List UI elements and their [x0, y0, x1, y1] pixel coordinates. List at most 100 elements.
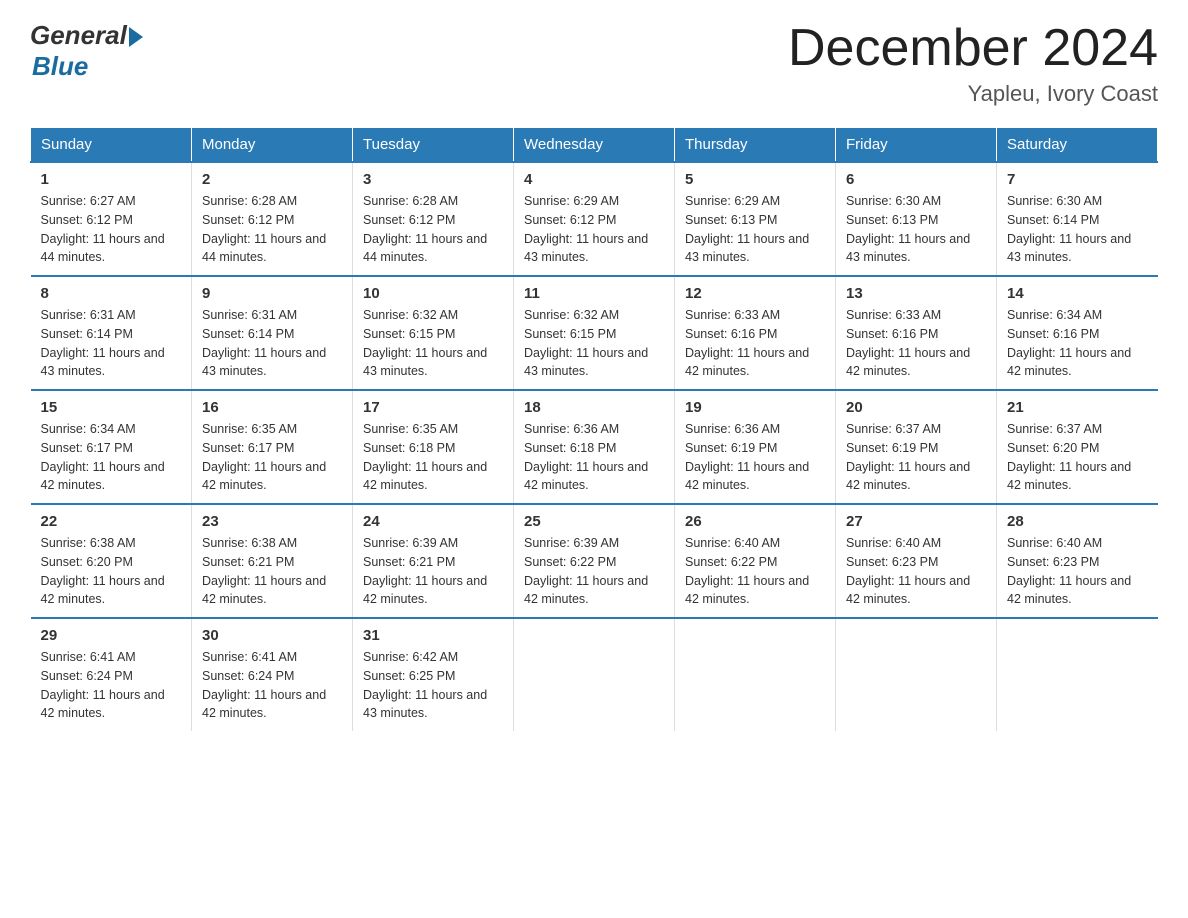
calendar-cell: 31 Sunrise: 6:42 AMSunset: 6:25 PMDayligh… [353, 618, 514, 731]
header-cell-friday: Friday [836, 128, 997, 163]
logo-triangle-icon [129, 27, 143, 47]
day-number: 7 [1007, 171, 1148, 188]
calendar-cell: 7 Sunrise: 6:30 AMSunset: 6:14 PMDaylight… [997, 162, 1158, 276]
day-number: 11 [524, 285, 664, 302]
day-info: Sunrise: 6:34 AMSunset: 6:17 PMDaylight:… [41, 420, 182, 495]
page-header: General Blue December 2024 Yapleu, Ivory… [30, 20, 1158, 107]
day-number: 14 [1007, 285, 1148, 302]
calendar-cell: 11Sunrise: 6:32 AMSunset: 6:15 PMDayligh… [514, 276, 675, 390]
calendar-cell: 26 Sunrise: 6:40 AMSunset: 6:22 PMDayligh… [675, 504, 836, 618]
header-cell-sunday: Sunday [31, 128, 192, 163]
calendar-cell: 29Sunrise: 6:41 AMSunset: 6:24 PMDayligh… [31, 618, 192, 731]
calendar-cell: 28Sunrise: 6:40 AMSunset: 6:23 PMDayligh… [997, 504, 1158, 618]
week-row-4: 22 Sunrise: 6:38 AMSunset: 6:20 PMDayligh… [31, 504, 1158, 618]
day-number: 8 [41, 285, 182, 302]
day-number: 5 [685, 171, 825, 188]
calendar-cell: 25 Sunrise: 6:39 AMSunset: 6:22 PMDayligh… [514, 504, 675, 618]
day-number: 16 [202, 399, 342, 416]
day-number: 27 [846, 513, 986, 530]
logo-general-text: General [30, 20, 127, 51]
day-info: Sunrise: 6:40 AMSunset: 6:22 PMDaylight:… [685, 534, 825, 609]
calendar-header: SundayMondayTuesdayWednesdayThursdayFrid… [31, 128, 1158, 163]
day-info: Sunrise: 6:28 AMSunset: 6:12 PMDaylight:… [202, 192, 342, 267]
day-info: Sunrise: 6:31 AMSunset: 6:14 PMDaylight:… [41, 306, 182, 381]
day-number: 29 [41, 627, 182, 644]
day-number: 13 [846, 285, 986, 302]
week-row-1: 1 Sunrise: 6:27 AMSunset: 6:12 PMDaylight… [31, 162, 1158, 276]
day-info: Sunrise: 6:39 AMSunset: 6:21 PMDaylight:… [363, 534, 503, 609]
header-cell-thursday: Thursday [675, 128, 836, 163]
day-info: Sunrise: 6:40 AMSunset: 6:23 PMDaylight:… [846, 534, 986, 609]
day-number: 17 [363, 399, 503, 416]
calendar-cell: 2 Sunrise: 6:28 AMSunset: 6:12 PMDaylight… [192, 162, 353, 276]
calendar-cell: 1 Sunrise: 6:27 AMSunset: 6:12 PMDaylight… [31, 162, 192, 276]
calendar-cell: 16 Sunrise: 6:35 AMSunset: 6:17 PMDayligh… [192, 390, 353, 504]
calendar-cell: 13 Sunrise: 6:33 AMSunset: 6:16 PMDayligh… [836, 276, 997, 390]
calendar-cell: 24 Sunrise: 6:39 AMSunset: 6:21 PMDayligh… [353, 504, 514, 618]
day-number: 15 [41, 399, 182, 416]
day-info: Sunrise: 6:35 AMSunset: 6:17 PMDaylight:… [202, 420, 342, 495]
calendar-cell: 30 Sunrise: 6:41 AMSunset: 6:24 PMDayligh… [192, 618, 353, 731]
day-info: Sunrise: 6:29 AMSunset: 6:12 PMDaylight:… [524, 192, 664, 267]
day-number: 19 [685, 399, 825, 416]
day-number: 24 [363, 513, 503, 530]
calendar-cell: 27 Sunrise: 6:40 AMSunset: 6:23 PMDayligh… [836, 504, 997, 618]
day-number: 26 [685, 513, 825, 530]
week-row-5: 29 Sunrise: 6:41 AMSunset: 6:24 PMDayligh… [31, 618, 1158, 731]
calendar-cell: 3Sunrise: 6:28 AMSunset: 6:12 PMDaylight… [353, 162, 514, 276]
day-info: Sunrise: 6:42 AMSunset: 6:25 PMDaylight:… [363, 648, 503, 723]
day-info: Sunrise: 6:41 AMSunset: 6:24 PMDaylight:… [202, 648, 342, 723]
day-number: 9 [202, 285, 342, 302]
calendar-cell: 14 Sunrise: 6:34 AMSunset: 6:16 PMDayligh… [997, 276, 1158, 390]
day-number: 30 [202, 627, 342, 644]
day-info: Sunrise: 6:40 AMSunset: 6:23 PMDaylight:… [1007, 534, 1148, 609]
header-cell-saturday: Saturday [997, 128, 1158, 163]
calendar-body: 1 Sunrise: 6:27 AMSunset: 6:12 PMDaylight… [31, 162, 1158, 731]
day-number: 31 [363, 627, 503, 644]
calendar-cell: 19 Sunrise: 6:36 AMSunset: 6:19 PMDayligh… [675, 390, 836, 504]
day-info: Sunrise: 6:30 AMSunset: 6:13 PMDaylight:… [846, 192, 986, 267]
header-cell-wednesday: Wednesday [514, 128, 675, 163]
header-cell-tuesday: Tuesday [353, 128, 514, 163]
day-info: Sunrise: 6:29 AMSunset: 6:13 PMDaylight:… [685, 192, 825, 267]
day-number: 2 [202, 171, 342, 188]
day-info: Sunrise: 6:33 AMSunset: 6:16 PMDaylight:… [846, 306, 986, 381]
calendar-cell: 5 Sunrise: 6:29 AMSunset: 6:13 PMDaylight… [675, 162, 836, 276]
week-row-3: 15 Sunrise: 6:34 AMSunset: 6:17 PMDayligh… [31, 390, 1158, 504]
day-info: Sunrise: 6:36 AMSunset: 6:18 PMDaylight:… [524, 420, 664, 495]
day-info: Sunrise: 6:39 AMSunset: 6:22 PMDaylight:… [524, 534, 664, 609]
day-info: Sunrise: 6:27 AMSunset: 6:12 PMDaylight:… [41, 192, 182, 267]
day-number: 6 [846, 171, 986, 188]
calendar-cell: 8 Sunrise: 6:31 AMSunset: 6:14 PMDaylight… [31, 276, 192, 390]
day-info: Sunrise: 6:38 AMSunset: 6:20 PMDaylight:… [41, 534, 182, 609]
calendar-cell [836, 618, 997, 731]
calendar-cell: 17 Sunrise: 6:35 AMSunset: 6:18 PMDayligh… [353, 390, 514, 504]
day-info: Sunrise: 6:36 AMSunset: 6:19 PMDaylight:… [685, 420, 825, 495]
month-title: December 2024 [788, 20, 1158, 77]
day-number: 12 [685, 285, 825, 302]
calendar-cell: 12 Sunrise: 6:33 AMSunset: 6:16 PMDayligh… [675, 276, 836, 390]
calendar-cell: 20 Sunrise: 6:37 AMSunset: 6:19 PMDayligh… [836, 390, 997, 504]
day-number: 1 [41, 171, 182, 188]
day-number: 25 [524, 513, 664, 530]
day-info: Sunrise: 6:33 AMSunset: 6:16 PMDaylight:… [685, 306, 825, 381]
day-number: 22 [41, 513, 182, 530]
day-number: 23 [202, 513, 342, 530]
calendar-cell: 4 Sunrise: 6:29 AMSunset: 6:12 PMDaylight… [514, 162, 675, 276]
day-info: Sunrise: 6:37 AMSunset: 6:19 PMDaylight:… [846, 420, 986, 495]
day-info: Sunrise: 6:32 AMSunset: 6:15 PMDaylight:… [363, 306, 503, 381]
day-number: 4 [524, 171, 664, 188]
header-row: SundayMondayTuesdayWednesdayThursdayFrid… [31, 128, 1158, 163]
calendar-table: SundayMondayTuesdayWednesdayThursdayFrid… [30, 127, 1158, 731]
day-number: 10 [363, 285, 503, 302]
day-number: 20 [846, 399, 986, 416]
day-info: Sunrise: 6:37 AMSunset: 6:20 PMDaylight:… [1007, 420, 1148, 495]
day-info: Sunrise: 6:38 AMSunset: 6:21 PMDaylight:… [202, 534, 342, 609]
day-info: Sunrise: 6:35 AMSunset: 6:18 PMDaylight:… [363, 420, 503, 495]
day-number: 18 [524, 399, 664, 416]
day-info: Sunrise: 6:30 AMSunset: 6:14 PMDaylight:… [1007, 192, 1148, 267]
day-info: Sunrise: 6:34 AMSunset: 6:16 PMDaylight:… [1007, 306, 1148, 381]
day-info: Sunrise: 6:31 AMSunset: 6:14 PMDaylight:… [202, 306, 342, 381]
logo: General Blue [30, 20, 143, 82]
logo-blue-text: Blue [32, 51, 88, 82]
